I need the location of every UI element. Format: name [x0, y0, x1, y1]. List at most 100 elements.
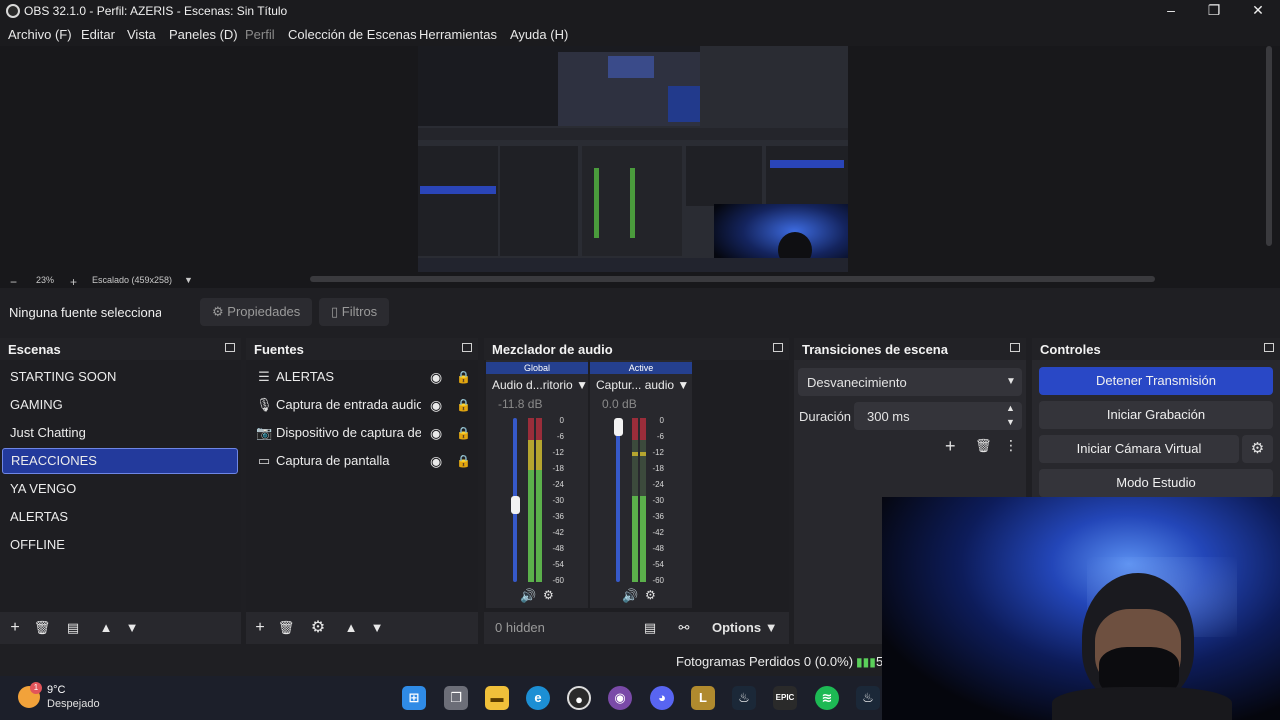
db-tick: -48 [652, 544, 664, 553]
steam-icon[interactable]: ♨ [856, 686, 880, 710]
preview-canvas[interactable] [0, 46, 1280, 272]
trash-icon[interactable]: 🗑 [32, 618, 52, 638]
spotify-icon[interactable]: ≋ [815, 686, 839, 710]
lock-icon[interactable]: 🔒 [456, 420, 471, 446]
increment-icon[interactable]: ▲ [1006, 403, 1015, 413]
stop-stream-button[interactable]: Detener Transmisión [1039, 367, 1273, 395]
eye-icon[interactable]: ◉ [430, 420, 442, 446]
decrement-icon[interactable]: ▼ [1006, 417, 1015, 427]
move-down-icon[interactable]: ▼ [122, 618, 142, 638]
float-dock-icon[interactable] [1010, 343, 1020, 352]
eye-icon[interactable]: ◉ [430, 448, 442, 474]
add-icon[interactable]: + [5, 618, 25, 638]
menu-editar[interactable]: Editar [81, 27, 115, 42]
virtual-camera-button[interactable]: Iniciar Cámara Virtual [1039, 435, 1239, 463]
channel-name[interactable]: Audio d...ritorio ▼ [492, 378, 588, 392]
move-down-icon[interactable]: ▼ [367, 618, 387, 638]
menu-vista[interactable]: Vista [127, 27, 156, 42]
move-up-icon[interactable]: ▲ [96, 618, 116, 638]
trash-icon[interactable]: 🗑 [975, 438, 992, 454]
task-view-icon[interactable]: ❐ [444, 686, 468, 710]
menu-perfil[interactable]: Perfil [245, 27, 275, 42]
zoom-in-button[interactable]: + [70, 275, 77, 289]
mixer-dock-header: Mezclador de audio [484, 338, 789, 360]
float-dock-icon[interactable] [225, 343, 235, 352]
source-item[interactable]: ▭ Captura de pantalla ◉ 🔒 [246, 448, 478, 474]
layout-icon[interactable]: ▤ [640, 618, 660, 638]
channel-db: -11.8 dB [498, 397, 543, 411]
file-explorer-icon[interactable]: ▬ [485, 686, 509, 710]
league-icon[interactable]: L [691, 686, 715, 710]
eye-icon[interactable]: ◉ [430, 392, 442, 418]
start-recording-button[interactable]: Iniciar Grabación [1039, 401, 1273, 429]
transition-select[interactable]: Desvanecimiento ▼ [798, 368, 1022, 396]
lock-icon[interactable]: 🔒 [456, 364, 471, 390]
menu-herramientas[interactable]: Herramientas [419, 27, 497, 42]
float-dock-icon[interactable] [462, 343, 472, 352]
virtual-camera-settings-button[interactable]: ⚙ [1242, 435, 1273, 463]
source-item[interactable]: 📷 Dispositivo de captura de vídeo ◉ 🔒 [246, 420, 478, 446]
gear-icon[interactable]: ⚙ [308, 618, 328, 638]
close-button[interactable]: ✕ [1236, 0, 1280, 22]
chevron-down-icon: ▼ [1006, 376, 1016, 387]
lock-icon[interactable]: 🔒 [456, 392, 471, 418]
scene-item[interactable]: YA VENGO [2, 476, 238, 502]
zoom-out-button[interactable]: − [10, 275, 17, 289]
sources-title: Fuentes [254, 342, 304, 357]
obs-icon[interactable]: ● [567, 686, 591, 710]
volume-fader-knob[interactable] [511, 496, 520, 514]
properties-button[interactable]: ⚙ Propiedades [200, 298, 313, 326]
add-icon[interactable]: + [250, 618, 270, 638]
scene-filter-icon[interactable]: ▤ [63, 618, 83, 638]
menu-coleccion-escenas[interactable]: Colección de Escenas [288, 27, 417, 42]
trash-icon[interactable]: 🗑 [276, 618, 296, 638]
scene-item[interactable]: ALERTAS [2, 504, 238, 530]
duration-input[interactable]: 300 ms ▲ ▼ [854, 402, 1022, 430]
scale-label: Escalado (459x258) [92, 275, 173, 285]
db-scale: 0 -6 -12 -18 -24 -30 -36 -42 -48 -54 -60 [546, 416, 566, 586]
epic-games-icon[interactable]: EPIC [773, 686, 797, 710]
options-button[interactable]: Options ▼ [712, 620, 778, 635]
eye-icon[interactable]: ◉ [430, 364, 442, 390]
speaker-icon[interactable]: 🔊 [520, 588, 536, 604]
scene-item[interactable]: Just Chatting [2, 420, 238, 446]
scene-item[interactable]: OFFLINE [2, 532, 238, 558]
volume-fader-knob[interactable] [614, 418, 623, 436]
steam-icon[interactable]: ♨ [732, 686, 756, 710]
menu-ayuda[interactable]: Ayuda (H) [510, 27, 568, 42]
menu-archivo[interactable]: Archivo (F) [8, 27, 72, 42]
menu-paneles[interactable]: Paneles (D) [169, 27, 238, 42]
preview-vertical-scrollbar[interactable] [1266, 46, 1272, 246]
source-item[interactable]: ☰ ALERTAS ◉ 🔒 [246, 364, 478, 390]
float-dock-icon[interactable] [773, 343, 783, 352]
start-icon[interactable]: ⊞ [402, 686, 426, 710]
more-icon[interactable]: ⋮ [1004, 437, 1018, 454]
options-label: Options [712, 620, 762, 635]
scene-item[interactable]: STARTING SOON [2, 364, 238, 390]
scene-item[interactable]: GAMING [2, 392, 238, 418]
scenes-list: STARTING SOON GAMING Just Chatting REACC… [0, 360, 241, 612]
scale-dropdown-icon[interactable]: ▼ [184, 275, 193, 285]
discord-icon[interactable]: ◕ [650, 686, 674, 710]
source-item[interactable]: 🎙 Captura de entrada audio ◉ 🔒 [246, 392, 478, 418]
lock-icon[interactable]: 🔒 [456, 448, 471, 474]
app-icon[interactable]: ◉ [608, 686, 632, 710]
minimize-button[interactable]: – [1149, 0, 1193, 22]
volume-fader-track[interactable] [616, 418, 620, 582]
link-icon[interactable]: ⚯ [674, 618, 694, 638]
float-dock-icon[interactable] [1264, 343, 1274, 352]
db-tick: -12 [652, 448, 664, 457]
channel-settings-icon[interactable]: ⚙ [645, 588, 656, 602]
scene-item-selected[interactable]: REACCIONES [2, 448, 238, 474]
channel-settings-icon[interactable]: ⚙ [543, 588, 554, 602]
studio-mode-button[interactable]: Modo Estudio [1039, 469, 1273, 497]
add-icon[interactable]: + [945, 436, 956, 457]
preview-horizontal-scrollbar[interactable] [310, 276, 1155, 282]
channel-name[interactable]: Captur... audio ▼ [596, 378, 689, 392]
edge-icon[interactable]: e [526, 686, 550, 710]
db-tick: -54 [652, 560, 664, 569]
filters-button[interactable]: ▯ Filtros [319, 298, 390, 326]
speaker-icon[interactable]: 🔊 [622, 588, 638, 604]
move-up-icon[interactable]: ▲ [341, 618, 361, 638]
maximize-button[interactable]: ❐ [1192, 0, 1236, 22]
